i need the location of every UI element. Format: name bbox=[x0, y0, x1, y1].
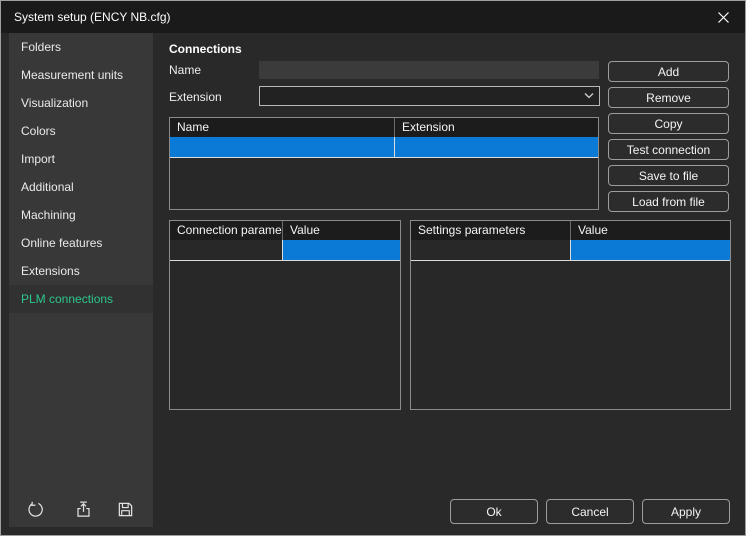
sidebar-item-plm-connections[interactable]: PLM connections bbox=[9, 285, 153, 313]
apply-button[interactable]: Apply bbox=[642, 499, 730, 524]
connections-table-header: Name Extension bbox=[170, 118, 598, 137]
sidebar-item-folders[interactable]: Folders bbox=[9, 33, 153, 61]
close-button[interactable] bbox=[714, 8, 732, 26]
cell-name[interactable] bbox=[170, 137, 395, 157]
system-setup-dialog: System setup (ENCY NB.cfg) Folders Measu… bbox=[0, 0, 746, 536]
save-icon bbox=[117, 501, 134, 518]
cell-value[interactable] bbox=[571, 240, 730, 260]
cell-parameter[interactable] bbox=[170, 240, 283, 260]
reset-button[interactable] bbox=[25, 499, 45, 519]
settings-parameters-selected-row[interactable] bbox=[411, 240, 730, 261]
config-toolbar bbox=[9, 497, 153, 523]
column-header-extension[interactable]: Extension bbox=[395, 118, 598, 137]
name-label: Name bbox=[169, 63, 201, 77]
connections-table-selected-row[interactable] bbox=[170, 137, 598, 158]
connection-parameters-selected-row[interactable] bbox=[170, 240, 400, 261]
save-button-icon[interactable] bbox=[115, 499, 135, 519]
column-header-settings-parameters[interactable]: Settings parameters bbox=[411, 221, 571, 240]
chevron-down-icon bbox=[579, 92, 599, 100]
column-header-connection-parameters[interactable]: Connection parameters bbox=[170, 221, 283, 240]
column-header-value[interactable]: Value bbox=[571, 221, 730, 240]
close-icon bbox=[717, 11, 730, 24]
sidebar-item-colors[interactable]: Colors bbox=[9, 117, 153, 145]
sidebar-item-online-features[interactable]: Online features bbox=[9, 229, 153, 257]
extension-select[interactable] bbox=[259, 86, 600, 106]
sidebar-item-visualization[interactable]: Visualization bbox=[9, 89, 153, 117]
test-connection-button[interactable]: Test connection bbox=[608, 139, 729, 160]
name-input[interactable] bbox=[259, 61, 599, 79]
cell-value[interactable] bbox=[283, 240, 400, 260]
sidebar-item-measurement-units[interactable]: Measurement units bbox=[9, 61, 153, 89]
title-bar: System setup (ENCY NB.cfg) bbox=[1, 1, 745, 33]
add-button[interactable]: Add bbox=[608, 61, 729, 82]
connection-parameters-header: Connection parameters Value bbox=[170, 221, 400, 240]
cell-extension[interactable] bbox=[395, 137, 598, 157]
connection-parameters-table: Connection parameters Value bbox=[169, 220, 401, 410]
settings-parameters-table: Settings parameters Value bbox=[410, 220, 731, 410]
export-to-file-button[interactable] bbox=[73, 499, 93, 519]
connections-table: Name Extension bbox=[169, 117, 599, 210]
sidebar-item-machining[interactable]: Machining bbox=[9, 201, 153, 229]
reset-icon bbox=[27, 501, 44, 518]
window-title: System setup (ENCY NB.cfg) bbox=[14, 10, 171, 24]
ok-button[interactable]: Ok bbox=[450, 499, 538, 524]
sidebar-item-additional[interactable]: Additional bbox=[9, 173, 153, 201]
settings-category-sidebar: Folders Measurement units Visualization … bbox=[9, 33, 153, 527]
settings-parameters-header: Settings parameters Value bbox=[411, 221, 730, 240]
cancel-button[interactable]: Cancel bbox=[546, 499, 634, 524]
cell-parameter[interactable] bbox=[411, 240, 571, 260]
sidebar-item-import[interactable]: Import bbox=[9, 145, 153, 173]
export-to-file-icon bbox=[75, 501, 92, 518]
extension-label: Extension bbox=[169, 90, 222, 104]
copy-button[interactable]: Copy bbox=[608, 113, 729, 134]
sidebar-item-extensions[interactable]: Extensions bbox=[9, 257, 153, 285]
section-title: Connections bbox=[169, 42, 242, 56]
column-header-value[interactable]: Value bbox=[283, 221, 400, 240]
column-header-name[interactable]: Name bbox=[170, 118, 395, 137]
load-from-file-button[interactable]: Load from file bbox=[608, 191, 729, 212]
remove-button[interactable]: Remove bbox=[608, 87, 729, 108]
save-to-file-button[interactable]: Save to file bbox=[608, 165, 729, 186]
